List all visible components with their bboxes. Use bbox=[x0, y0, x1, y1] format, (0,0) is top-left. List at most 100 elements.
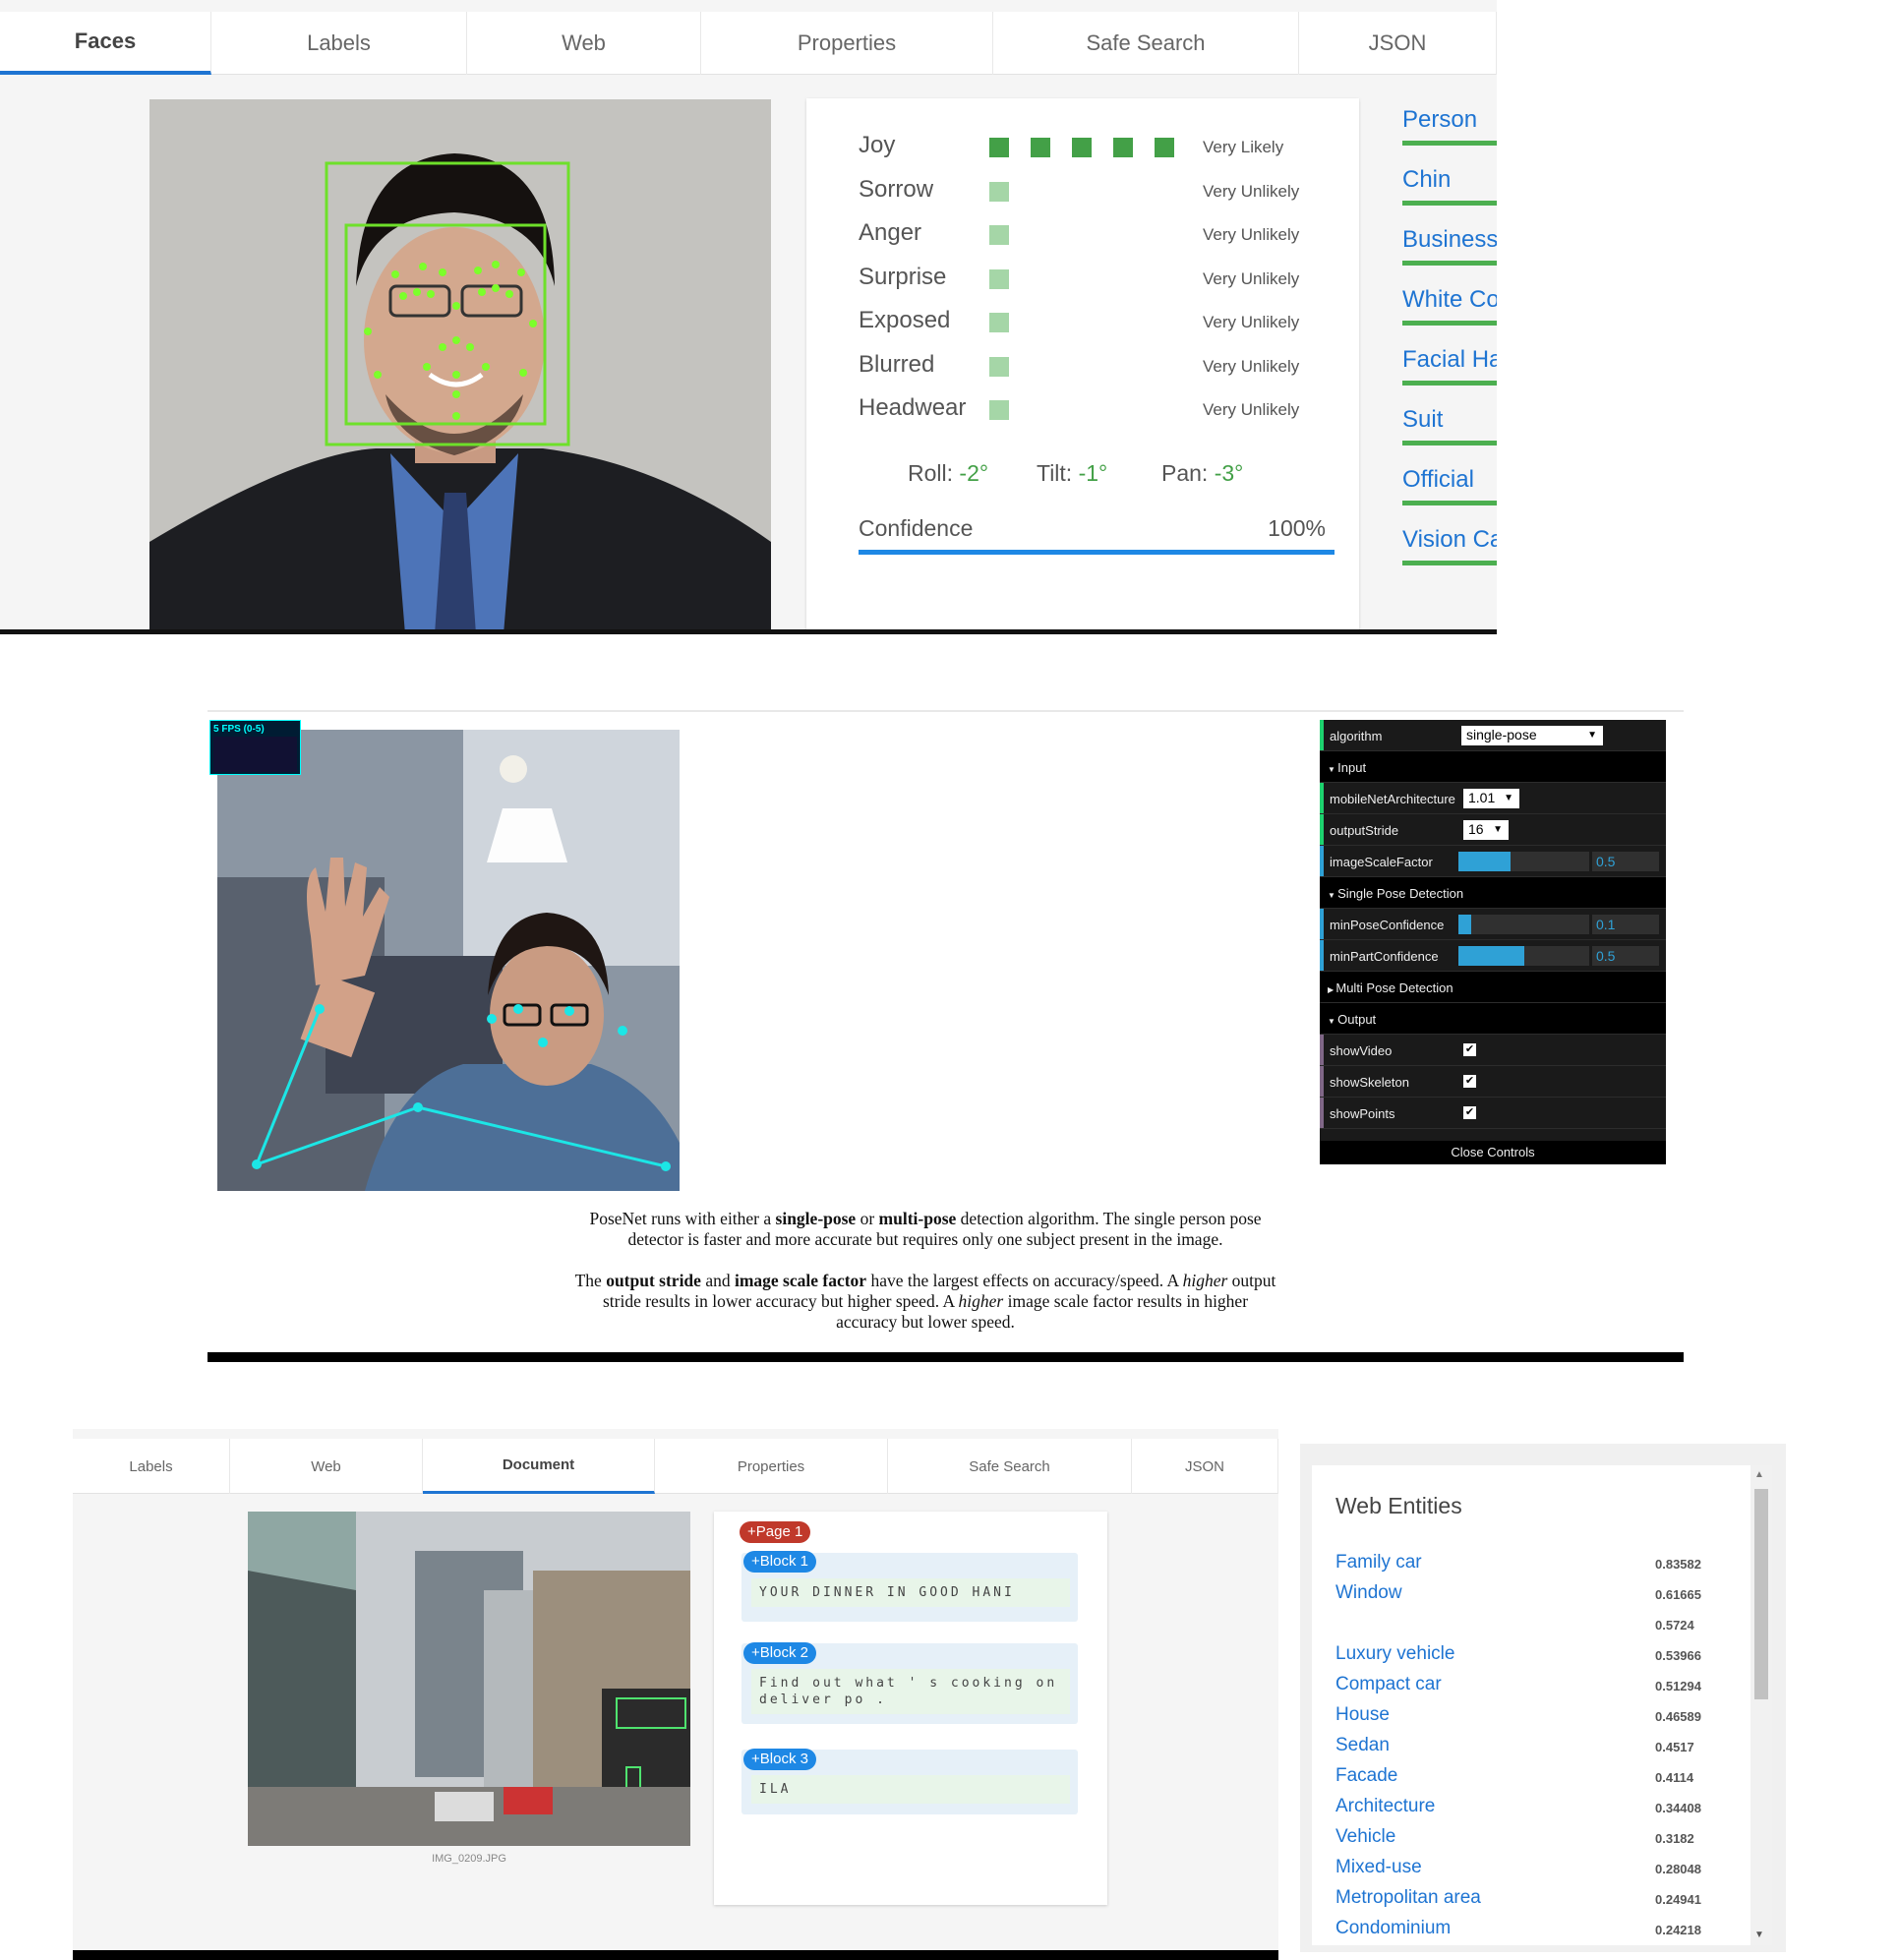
pan-readout: Pan: -3° bbox=[1161, 460, 1243, 487]
web-entity-row[interactable]: 0.5724 bbox=[1335, 1613, 1729, 1638]
label-name[interactable]: White Collar Worker bbox=[1402, 286, 1497, 314]
web-entity-row[interactable]: House 0.46589 bbox=[1335, 1704, 1729, 1730]
multi-pose-folder[interactable]: ▶ Multi Pose Detection bbox=[1320, 972, 1666, 1003]
label-name[interactable]: Person bbox=[1402, 106, 1477, 134]
label-name[interactable]: Businessperson bbox=[1402, 226, 1497, 254]
tab-properties[interactable]: Properties bbox=[655, 1439, 888, 1494]
input-folder[interactable]: ▼ Input bbox=[1320, 751, 1666, 783]
tab-properties[interactable]: Properties bbox=[701, 12, 993, 75]
tab-labels[interactable]: Labels bbox=[73, 1439, 230, 1494]
page-toggle[interactable]: +Page 1 bbox=[740, 1521, 811, 1543]
label-row[interactable]: Person94% bbox=[1402, 87, 1497, 146]
web-entity-name[interactable]: Sedan bbox=[1335, 1735, 1390, 1756]
web-entity-row[interactable]: Mixed-use 0.28048 bbox=[1335, 1857, 1729, 1882]
web-entity-name[interactable]: Compact car bbox=[1335, 1674, 1442, 1695]
webcam-video bbox=[217, 730, 680, 1191]
web-entity-name[interactable]: Metropolitan area bbox=[1335, 1887, 1481, 1909]
scroll-down-icon[interactable]: ▼ bbox=[1754, 1930, 1764, 1940]
show-points-checkbox[interactable]: ✔ bbox=[1463, 1106, 1476, 1119]
web-entity-row[interactable]: Metropolitan area 0.24941 bbox=[1335, 1887, 1729, 1913]
web-entity-name[interactable]: Luxury vehicle bbox=[1335, 1643, 1454, 1665]
web-entity-name[interactable]: Vehicle bbox=[1335, 1826, 1395, 1848]
description-paragraph-1: PoseNet runs with either a single-pose o… bbox=[589, 1209, 1262, 1249]
street-photo bbox=[248, 1512, 690, 1846]
tab-json[interactable]: JSON bbox=[1132, 1439, 1278, 1494]
image-scale-row: imageScaleFactor 0.5 bbox=[1320, 846, 1666, 877]
image-scale-input[interactable]: 0.5 bbox=[1592, 852, 1659, 871]
web-entity-name[interactable]: House bbox=[1335, 1704, 1390, 1726]
web-entity-name[interactable]: Condominium bbox=[1335, 1918, 1451, 1939]
pan-value: -3° bbox=[1214, 460, 1244, 486]
architecture-select[interactable]: 1.01 ▼ bbox=[1463, 789, 1519, 808]
emotion-name: Surprise bbox=[859, 263, 947, 290]
emotion-row: Sorrow Very Unlikely bbox=[859, 174, 1331, 206]
label-name[interactable]: Suit bbox=[1402, 406, 1443, 434]
emotion-likelihood: Very Unlikely bbox=[1203, 225, 1300, 244]
min-pose-input[interactable]: 0.1 bbox=[1592, 915, 1659, 934]
roll-value: -2° bbox=[959, 460, 989, 486]
folder-open-icon: ▼ bbox=[1328, 1017, 1338, 1026]
min-part-input[interactable]: 0.5 bbox=[1592, 946, 1659, 966]
web-entity-name[interactable]: Window bbox=[1335, 1582, 1402, 1604]
tab-web[interactable]: Web bbox=[467, 12, 701, 75]
label-name[interactable]: Facial Hair bbox=[1402, 346, 1497, 374]
show-video-checkbox[interactable]: ✔ bbox=[1463, 1043, 1476, 1056]
label-score-bar bbox=[1402, 441, 1497, 445]
tab-faces[interactable]: Faces bbox=[0, 12, 211, 75]
min-part-slider[interactable] bbox=[1458, 946, 1589, 966]
show-skeleton-row: showSkeleton ✔ bbox=[1320, 1066, 1666, 1098]
web-entity-row[interactable]: Window 0.61665 bbox=[1335, 1582, 1729, 1608]
web-entity-name[interactable]: Architecture bbox=[1335, 1796, 1435, 1817]
web-entities-scrollbar-thumb[interactable] bbox=[1754, 1489, 1768, 1699]
min-pose-slider[interactable] bbox=[1458, 915, 1589, 934]
web-entity-row[interactable]: Compact car 0.51294 bbox=[1335, 1674, 1729, 1699]
label-row[interactable]: Chin82% bbox=[1402, 147, 1497, 206]
web-entity-score: 0.61665 bbox=[1655, 1587, 1701, 1602]
block-3-toggle[interactable]: +Block 3 bbox=[743, 1749, 816, 1770]
tab-json[interactable]: JSON bbox=[1299, 12, 1497, 75]
tab-safe-search[interactable]: Safe Search bbox=[888, 1439, 1132, 1494]
output-stride-label: outputStride bbox=[1330, 823, 1399, 838]
tab-labels[interactable]: Labels bbox=[211, 12, 467, 75]
web-entity-name[interactable]: Mixed-use bbox=[1335, 1857, 1422, 1878]
label-row[interactable]: Vision Care69% bbox=[1402, 506, 1497, 565]
web-entity-row[interactable]: Facade 0.4114 bbox=[1335, 1765, 1729, 1791]
web-entity-row[interactable]: Sedan 0.4517 bbox=[1335, 1735, 1729, 1760]
block-2-toggle[interactable]: +Block 2 bbox=[743, 1642, 816, 1664]
single-pose-folder[interactable]: ▼ Single Pose Detection bbox=[1320, 877, 1666, 909]
show-skeleton-checkbox[interactable]: ✔ bbox=[1463, 1075, 1476, 1088]
emotion-likelihood: Very Unlikely bbox=[1203, 268, 1300, 288]
label-row[interactable]: Official69% bbox=[1402, 446, 1497, 505]
web-entity-row[interactable]: Vehicle 0.3182 bbox=[1335, 1826, 1729, 1852]
algorithm-select[interactable]: single-pose ▼ bbox=[1461, 726, 1603, 745]
tab-web[interactable]: Web bbox=[230, 1439, 423, 1494]
label-name[interactable]: Vision Care bbox=[1402, 526, 1497, 554]
panel-divider bbox=[73, 1950, 1278, 1960]
output-folder[interactable]: ▼ Output bbox=[1320, 1003, 1666, 1035]
web-entity-row[interactable]: Condominium 0.24218 bbox=[1335, 1918, 1729, 1943]
web-entity-row[interactable]: Luxury vehicle 0.53966 bbox=[1335, 1643, 1729, 1669]
output-stride-select[interactable]: 16 ▼ bbox=[1463, 820, 1509, 840]
label-name[interactable]: Official bbox=[1402, 466, 1474, 494]
tab-safe-search[interactable]: Safe Search bbox=[993, 12, 1299, 75]
web-entity-name[interactable]: Facade bbox=[1335, 1765, 1397, 1787]
image-scale-slider[interactable] bbox=[1458, 852, 1589, 871]
block-1-toggle[interactable]: +Block 1 bbox=[743, 1551, 816, 1573]
output-stride-row: outputStride 16 ▼ bbox=[1320, 814, 1666, 846]
web-entity-name[interactable]: Family car bbox=[1335, 1552, 1422, 1574]
face-attributes-card: Joy Very Likely Sorrow Very Unlikely Anger Ve… bbox=[806, 98, 1359, 634]
min-part-row: minPartConfidence 0.5 bbox=[1320, 940, 1666, 972]
block-1-text: YOUR DINNER IN GOOD HANI bbox=[751, 1578, 1070, 1607]
close-controls-button[interactable]: Close Controls bbox=[1320, 1141, 1666, 1164]
label-row[interactable]: Suit73% bbox=[1402, 386, 1497, 445]
web-entity-row[interactable]: Family car 0.83582 bbox=[1335, 1552, 1729, 1577]
document-structure-card: +Page 1 +Block 1 YOUR DINNER IN GOOD HAN… bbox=[714, 1512, 1107, 1905]
web-entity-row[interactable]: Architecture 0.34408 bbox=[1335, 1796, 1729, 1821]
label-row[interactable]: Facial Hair76% bbox=[1402, 327, 1497, 386]
tab-document[interactable]: Document bbox=[423, 1439, 655, 1494]
label-name[interactable]: Chin bbox=[1402, 166, 1451, 194]
label-row[interactable]: Businessperson77% bbox=[1402, 207, 1497, 266]
architecture-label: mobileNetArchitecture bbox=[1330, 792, 1455, 806]
label-row[interactable]: White Collar Worker77% bbox=[1402, 267, 1497, 326]
scroll-up-icon[interactable]: ▲ bbox=[1754, 1469, 1764, 1480]
